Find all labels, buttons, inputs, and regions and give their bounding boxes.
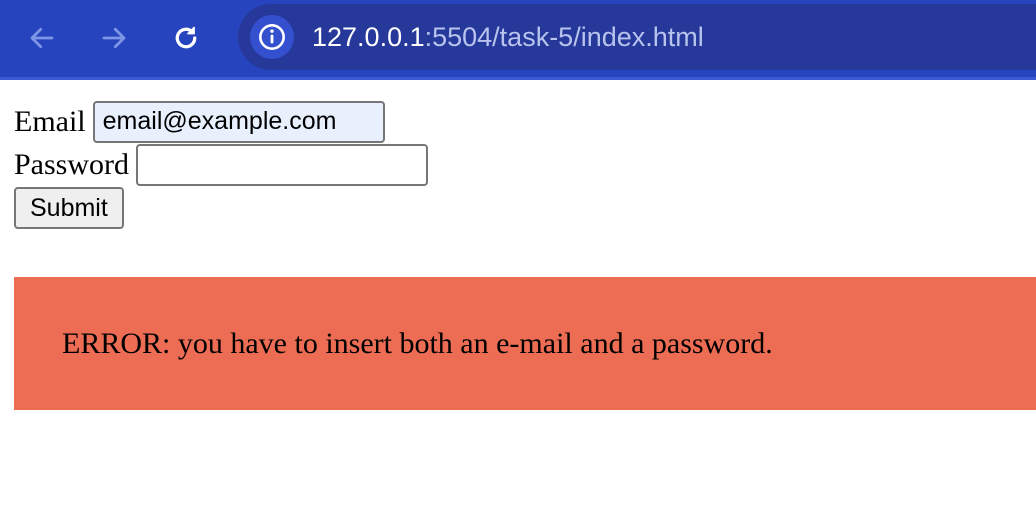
error-message: ERROR: you have to insert both an e-mail… [62,326,773,360]
email-field[interactable] [92,100,385,143]
email-row: Email [14,100,1036,143]
submit-row: Submit [14,186,1036,229]
password-field[interactable] [136,143,429,186]
reload-button[interactable] [166,18,206,58]
arrow-left-icon [30,27,54,49]
password-label: Password [14,148,130,181]
browser-toolbar: 127.0.0.1:5504/task-5/index.html [0,0,1036,80]
submit-button[interactable]: Submit [14,187,124,229]
password-row: Password [14,143,1036,186]
forward-button[interactable] [94,18,134,58]
url-text: 127.0.0.1:5504/task-5/index.html [312,20,704,54]
reload-icon [175,26,197,49]
site-info-button[interactable] [250,15,294,59]
address-bar[interactable]: 127.0.0.1:5504/task-5/index.html [238,4,1036,70]
url-host: 127.0.0.1 [312,22,425,52]
login-form: Email Password Submit [14,100,1036,229]
url-path: :5504/task-5/index.html [424,22,704,52]
error-banner: ERROR: you have to insert both an e-mail… [14,277,1036,410]
back-button[interactable] [22,18,62,58]
email-label: Email [14,105,86,138]
info-icon [259,24,285,50]
arrow-right-icon [102,27,126,49]
